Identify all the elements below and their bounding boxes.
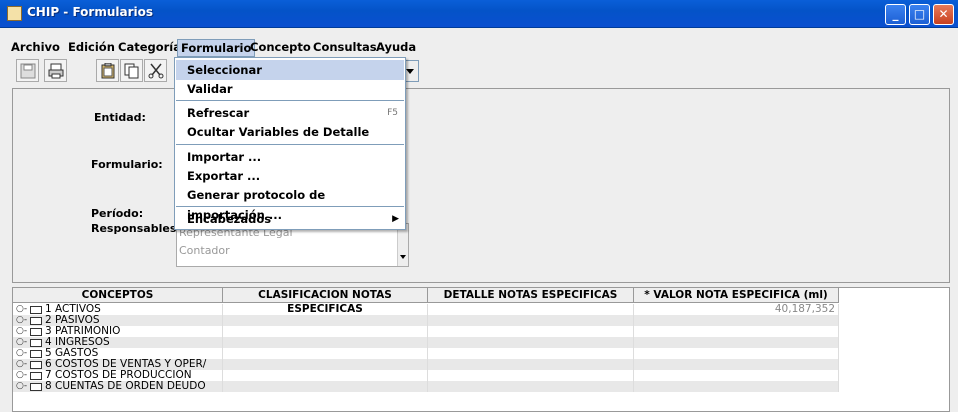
expand-icon[interactable]: ○- xyxy=(16,337,27,348)
title-bar[interactable]: CHIP - Formularios _ □ ✕ xyxy=(0,0,958,28)
responsables-label: Responsables: xyxy=(91,222,181,235)
row-name: 7 COSTOS DE PRODUCCIÓN xyxy=(45,370,192,381)
expand-icon[interactable]: ○- xyxy=(16,381,27,392)
folder-icon xyxy=(30,383,42,391)
folder-icon xyxy=(30,361,42,369)
save-icon xyxy=(20,63,36,79)
folder-icon xyxy=(30,350,42,358)
table-row[interactable]: ○- 3 PATRIMONIO xyxy=(13,326,839,337)
table-row[interactable]: ○- 5 GASTOS xyxy=(13,348,839,359)
folder-icon xyxy=(30,339,42,347)
table-row[interactable]: ○- 8 CUENTAS DE ORDEN DEUDO xyxy=(13,381,839,392)
menu-item-ocultar[interactable]: Ocultar Variables de Detalle xyxy=(176,122,404,142)
table-row[interactable]: ○- 7 COSTOS DE PRODUCCIÓN xyxy=(13,370,839,381)
row-name: 4 INGRESOS xyxy=(45,337,110,348)
formulario-menu: Seleccionar Validar Refrescar F5 Ocultar … xyxy=(174,57,406,230)
menu-item-label: Validar xyxy=(187,82,233,96)
row-value: 40,187,352 xyxy=(774,304,835,315)
col-valor[interactable]: * VALOR NOTA ESPECIFICA (ml) xyxy=(634,288,839,303)
scissors-icon xyxy=(148,63,164,79)
printer-icon xyxy=(48,63,64,79)
folder-icon xyxy=(30,372,42,380)
table-row[interactable]: ○- 6 COSTOS DE VENTAS Y OPER/ xyxy=(13,359,839,370)
submenu-arrow-icon: ▶ xyxy=(392,214,399,224)
menu-item-label: Encabezados xyxy=(187,212,272,226)
copy-button[interactable] xyxy=(120,59,143,82)
menu-concepto[interactable]: Concepto xyxy=(247,39,314,55)
menu-item-generar-protocolo[interactable]: Generar protocolo de importación ... xyxy=(176,185,404,222)
responsable-item[interactable]: Contador xyxy=(179,244,230,257)
copy-icon xyxy=(124,63,139,79)
row-name: 3 PATRIMONIO xyxy=(45,326,121,337)
minimize-button[interactable]: _ xyxy=(885,4,906,25)
entidad-label: Entidad: xyxy=(94,111,146,124)
row-name: 8 CUENTAS DE ORDEN DEUDO xyxy=(45,381,206,392)
col-clasificacion[interactable]: CLASIFICACION NOTAS ESPECIFICAS xyxy=(223,288,428,315)
clipboard-icon xyxy=(101,63,115,79)
periodo-label: Período: xyxy=(91,207,144,220)
menu-bar: Archivo Edición Categoría Formulario Con… xyxy=(0,37,958,57)
window-title: CHIP - Formularios xyxy=(27,5,153,19)
maximize-button[interactable]: □ xyxy=(909,4,930,25)
paste-button[interactable] xyxy=(96,59,119,82)
col-conceptos[interactable]: CONCEPTOS xyxy=(13,288,223,303)
expand-icon[interactable]: ○- xyxy=(16,315,27,326)
menu-separator xyxy=(176,144,404,145)
row-name: 1 ACTIVOS xyxy=(45,304,101,315)
toolbar xyxy=(0,57,958,87)
folder-icon xyxy=(30,328,42,336)
table-row[interactable]: ○- 4 INGRESOS xyxy=(13,337,839,348)
expand-icon[interactable]: ○- xyxy=(16,359,27,370)
folder-icon xyxy=(30,317,42,325)
expand-icon[interactable]: ○- xyxy=(16,370,27,381)
menu-item-label: Seleccionar xyxy=(187,63,262,77)
close-button[interactable]: ✕ xyxy=(933,4,954,25)
cut-button[interactable] xyxy=(144,59,167,82)
menu-item-label: Ocultar Variables de Detalle xyxy=(187,125,370,139)
expand-icon[interactable]: ○- xyxy=(16,348,27,359)
col-detalle[interactable]: DETALLE NOTAS ESPECIFICAS xyxy=(428,288,634,303)
shortcut-label: F5 xyxy=(387,108,398,118)
save-button[interactable] xyxy=(16,59,39,82)
form-panel xyxy=(12,88,950,283)
menu-item-label: Refrescar xyxy=(187,106,250,120)
folder-icon xyxy=(30,306,42,314)
row-name: 5 GASTOS xyxy=(45,348,99,359)
menu-edicion[interactable]: Edición xyxy=(65,39,118,55)
table-row[interactable]: ○- 2 PASIVOS xyxy=(13,315,839,326)
menu-item-validar[interactable]: Validar xyxy=(176,79,404,99)
expand-icon[interactable]: ○- xyxy=(16,326,27,337)
table-row[interactable]: ○- 1 ACTIVOS 40,187,352 xyxy=(13,304,839,315)
menu-categoria[interactable]: Categoría xyxy=(115,39,184,55)
chip-window: CHIP - Formularios _ □ ✕ Archivo Edición… xyxy=(0,0,958,412)
menu-formulario[interactable]: Formulario xyxy=(177,39,256,57)
menu-item-importar[interactable]: Importar ... xyxy=(176,147,404,167)
row-name: 2 PASIVOS xyxy=(45,315,100,326)
row-name: 6 COSTOS DE VENTAS Y OPER/ xyxy=(45,359,207,370)
table-header: CONCEPTOS CLASIFICACION NOTAS ESPECIFICA… xyxy=(13,288,839,315)
menu-separator xyxy=(176,100,404,101)
menu-item-label: Exportar ... xyxy=(187,169,261,183)
menu-separator xyxy=(176,206,404,207)
formulario-label: Formulario: xyxy=(91,158,163,171)
menu-item-exportar[interactable]: Exportar ... xyxy=(176,166,404,186)
conceptos-table: CONCEPTOS CLASIFICACION NOTAS ESPECIFICA… xyxy=(12,287,950,412)
menu-item-seleccionar[interactable]: Seleccionar xyxy=(176,60,404,80)
menu-item-refrescar[interactable]: Refrescar F5 xyxy=(176,103,404,123)
scrollbar[interactable] xyxy=(397,224,408,266)
menu-ayuda[interactable]: Ayuda xyxy=(373,39,419,55)
print-button[interactable] xyxy=(44,59,67,82)
menu-consultas[interactable]: Consultas xyxy=(310,39,380,55)
menu-archivo[interactable]: Archivo xyxy=(8,39,63,55)
menu-item-label: Importar ... xyxy=(187,150,262,164)
expand-icon[interactable]: ○- xyxy=(16,304,27,315)
app-icon xyxy=(7,6,22,21)
menu-item-encabezados[interactable]: Encabezados ▶ xyxy=(176,209,404,229)
